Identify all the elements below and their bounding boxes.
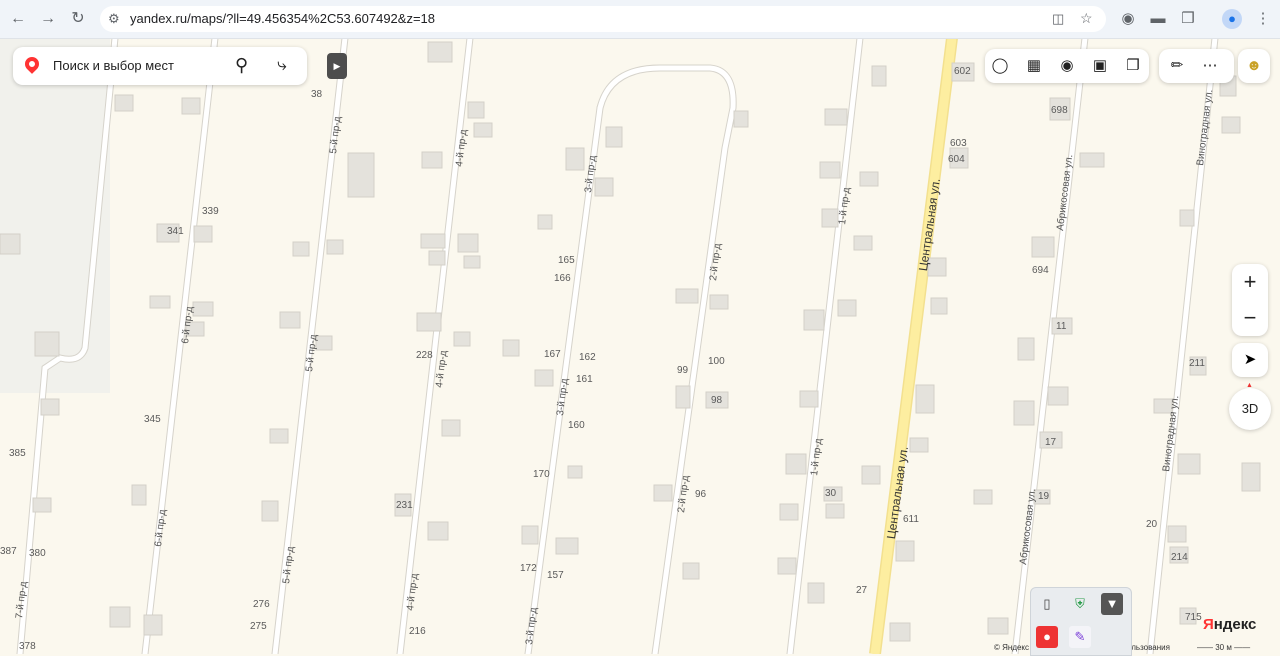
house-number[interactable]: 162 (579, 352, 596, 363)
layers-toolbar: ◯ ▦ ◉ ▣ ❐ (985, 49, 1149, 83)
house-number[interactable]: 602 (954, 66, 971, 77)
north-arrow-icon: ▲ (1246, 382, 1253, 389)
back-button[interactable]: ← (8, 9, 28, 29)
main-road (870, 38, 957, 654)
house-number[interactable]: 98 (711, 395, 722, 406)
map-geometry (0, 38, 1261, 654)
search-icon[interactable]: ⚲ (235, 55, 248, 76)
house-number[interactable]: 170 (533, 469, 550, 480)
house-number[interactable]: 99 (677, 365, 688, 376)
logo-text: ндекс (1213, 616, 1257, 633)
house-number[interactable]: 11 (1056, 321, 1066, 332)
house-number[interactable]: 160 (568, 420, 585, 431)
security-shield-icon[interactable]: ⛨ (1069, 593, 1091, 615)
zoom-in-button[interactable]: + (1232, 264, 1268, 300)
browser-menu-icon[interactable]: ⋮ (1253, 9, 1273, 29)
house-number[interactable]: 167 (544, 349, 561, 360)
url-text: yandex.ru/maps/?ll=49.456354%2C53.607492… (130, 11, 436, 26)
yandex-logo[interactable]: Яндекс (1203, 616, 1256, 633)
house-number[interactable]: 161 (576, 374, 593, 385)
3d-view-button[interactable]: 3D (1229, 388, 1271, 430)
bookmark-star-icon[interactable]: ☆ (1080, 10, 1093, 27)
scale-bar: —— 30 м —— (1197, 643, 1251, 652)
house-number[interactable]: 380 (29, 548, 46, 559)
house-number[interactable]: 157 (547, 570, 564, 581)
house-number[interactable]: 611 (903, 514, 919, 525)
house-number[interactable]: 17 (1045, 437, 1056, 448)
house-number[interactable]: 715 (1185, 612, 1202, 623)
copyright-label: © Яндекс (994, 643, 1030, 652)
extensions-puzzle-icon[interactable]: ❒ (1178, 9, 1198, 29)
search-panel[interactable]: Поиск и выбор мест ⚲ ⤷ (13, 47, 307, 85)
house-number[interactable]: 20 (1146, 519, 1157, 530)
scale-label: 30 м (1215, 643, 1232, 652)
house-number[interactable]: 211 (1189, 358, 1205, 369)
tools-toolbar: ✏ ⋯ (1159, 49, 1234, 83)
house-number[interactable]: 385 (9, 448, 26, 459)
ruler-icon[interactable]: ✏ (1166, 56, 1188, 76)
location-pin-icon (22, 54, 42, 74)
browser-toolbar: ← → ↻ ⚙ yandex.ru/maps/?ll=49.456354%2C5… (0, 0, 1280, 39)
zoom-control: + − (1232, 264, 1268, 336)
house-number[interactable]: 604 (948, 154, 965, 165)
house-number[interactable]: 27 (856, 585, 867, 596)
profile-avatar[interactable]: ● (1222, 9, 1242, 29)
device-icon[interactable]: ▯ (1036, 593, 1058, 615)
house-number[interactable]: 387 (0, 546, 17, 557)
search-input[interactable]: Поиск и выбор мест (53, 58, 174, 73)
forward-button[interactable]: → (38, 9, 58, 29)
route-icon[interactable]: ⤷ (277, 55, 287, 75)
app-tray-icon[interactable]: ▼ (1101, 593, 1123, 615)
house-number[interactable]: 698 (1051, 105, 1068, 116)
house-number[interactable]: 339 (202, 206, 219, 217)
extension-icon[interactable]: ◉ (1118, 9, 1138, 29)
recorder-icon[interactable]: ● (1036, 626, 1058, 648)
house-number[interactable]: 216 (409, 626, 426, 637)
house-number[interactable]: 275 (250, 621, 267, 632)
house-number[interactable]: 214 (1171, 552, 1188, 563)
transport-icon[interactable]: ▣ (1089, 56, 1111, 76)
layers-stack-icon[interactable]: ❐ (1122, 56, 1144, 76)
house-number[interactable]: 231 (396, 500, 413, 511)
panel-toggle-button[interactable]: ▶ (327, 53, 347, 79)
house-number[interactable]: 19 (1038, 491, 1049, 502)
house-number[interactable]: 603 (950, 138, 967, 149)
user-avatar-icon: ☻ (1246, 57, 1262, 74)
house-number[interactable]: 96 (695, 489, 706, 500)
house-number[interactable]: 172 (520, 563, 537, 574)
terms-link[interactable]: льзования (1131, 643, 1170, 652)
site-info-icon[interactable]: ⚙ (108, 11, 120, 27)
user-profile-button[interactable]: ☻ (1238, 49, 1270, 83)
map-layers-icon[interactable]: ◯ (989, 56, 1011, 76)
pen-tool-icon[interactable]: ✎ (1069, 626, 1091, 648)
house-number[interactable]: 165 (558, 255, 575, 266)
house-number[interactable]: 228 (416, 350, 433, 361)
house-number[interactable]: 100 (708, 356, 725, 367)
house-number[interactable]: 378 (19, 641, 36, 652)
extension-icon[interactable]: ▬ (1148, 9, 1168, 29)
house-number[interactable]: 694 (1032, 265, 1049, 276)
address-bar[interactable]: ⚙ yandex.ru/maps/?ll=49.456354%2C53.6074… (100, 6, 1106, 32)
system-tray-popup: ▯ ⛨ ▼ ● ✎ (1030, 587, 1132, 656)
more-icon[interactable]: ⋯ (1199, 56, 1221, 76)
map-canvas[interactable]: 38 339 341 345 385 387 380 276 275 378 2… (0, 38, 1280, 654)
my-location-button[interactable]: ➤ (1232, 343, 1268, 377)
house-number[interactable]: 166 (554, 273, 571, 284)
house-number[interactable]: 38 (311, 89, 322, 100)
install-app-icon[interactable]: ◫ (1052, 11, 1064, 27)
map-type-icon[interactable]: ▦ (1023, 56, 1045, 76)
house-number[interactable]: 341 (167, 226, 184, 237)
logo-letter: Я (1203, 616, 1214, 633)
panorama-icon[interactable]: ◉ (1056, 56, 1078, 76)
zoom-out-button[interactable]: − (1232, 300, 1268, 336)
house-number[interactable]: 345 (144, 414, 161, 425)
house-number[interactable]: 30 (825, 488, 836, 499)
house-number[interactable]: 276 (253, 599, 270, 610)
reload-button[interactable]: ↻ (68, 9, 88, 29)
